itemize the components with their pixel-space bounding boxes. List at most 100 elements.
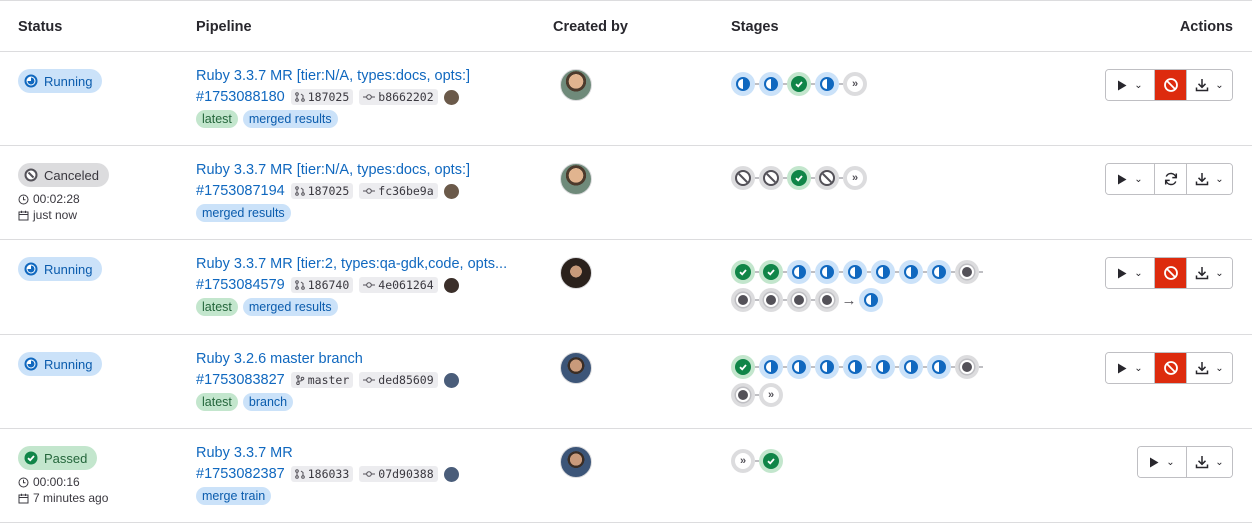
stage-running[interactable]: [815, 260, 839, 284]
check-icon: [795, 175, 803, 182]
pipeline-id-link[interactable]: #1753083827: [196, 372, 285, 388]
check-icon: [739, 364, 747, 371]
status-badge[interactable]: Running: [18, 257, 103, 281]
commit-author-avatar[interactable]: [443, 466, 459, 482]
actions-group: ⌄ ⌄: [1105, 257, 1233, 289]
stage-running[interactable]: [815, 72, 839, 96]
run-manual-job-button[interactable]: ⌄: [1106, 164, 1154, 194]
stage-running[interactable]: [927, 355, 951, 379]
stage-running[interactable]: [899, 355, 923, 379]
play-icon: [1118, 174, 1127, 184]
pipeline-title-link[interactable]: Ruby 3.3.7 MR [tier:2, types:qa-gdk,code…: [196, 256, 507, 272]
stage-created[interactable]: [815, 288, 839, 312]
download-artifacts-button[interactable]: ⌄: [1186, 447, 1232, 477]
stage-running[interactable]: [899, 260, 923, 284]
stage-created[interactable]: [955, 260, 979, 284]
pipeline-title-link[interactable]: Ruby 3.3.7 MR [tier:N/A, types:docs, opt…: [196, 162, 470, 178]
retry-pipeline-button[interactable]: [1154, 164, 1186, 194]
download-artifacts-button[interactable]: ⌄: [1186, 164, 1232, 194]
commit-author-avatar[interactable]: [443, 277, 459, 293]
pipeline-title-link[interactable]: Ruby 3.2.6 master branch: [196, 351, 363, 367]
stage-created[interactable]: [955, 355, 979, 379]
stage-running[interactable]: [787, 260, 811, 284]
creator-avatar[interactable]: [560, 163, 592, 195]
ref-chip[interactable]: 186033: [290, 466, 354, 482]
pipeline-id-link[interactable]: #1753088180: [196, 89, 285, 105]
stage-created[interactable]: [731, 288, 755, 312]
creator-avatar[interactable]: [560, 257, 592, 289]
creator-avatar[interactable]: [560, 446, 592, 478]
stage-running[interactable]: [815, 355, 839, 379]
cancel-pipeline-button[interactable]: [1154, 70, 1186, 100]
ref-chip[interactable]: 187025: [290, 183, 354, 199]
commit-chip[interactable]: ded85609: [359, 372, 438, 388]
ref-chip[interactable]: 187025: [290, 89, 354, 105]
commit-chip[interactable]: 07d90388: [359, 466, 438, 482]
status-badge[interactable]: Canceled: [18, 163, 109, 187]
stage-canceled[interactable]: [731, 166, 755, 190]
commit-author-avatar[interactable]: [443, 89, 459, 105]
status-running-icon: [24, 74, 38, 88]
pipeline-title-link[interactable]: Ruby 3.3.7 MR: [196, 445, 293, 461]
status-label: Running: [44, 261, 93, 277]
stage-running[interactable]: [759, 72, 783, 96]
stage-success[interactable]: [787, 72, 811, 96]
download-artifacts-button[interactable]: ⌄: [1186, 258, 1232, 288]
ref-chip[interactable]: master: [290, 372, 354, 388]
pipeline-id-link[interactable]: #1753082387: [196, 466, 285, 482]
stage-created[interactable]: [731, 383, 755, 407]
commit-author-avatar[interactable]: [443, 372, 459, 388]
commit-chip[interactable]: 4e061264: [359, 277, 438, 293]
stage-created[interactable]: [759, 288, 783, 312]
stage-running[interactable]: [731, 72, 755, 96]
stage-running[interactable]: [871, 355, 895, 379]
download-icon: [1196, 362, 1209, 375]
cancel-pipeline-button[interactable]: [1154, 258, 1186, 288]
stage-running[interactable]: [759, 355, 783, 379]
pipeline-id-link[interactable]: #1753087194: [196, 183, 285, 199]
download-artifacts-button[interactable]: ⌄: [1186, 70, 1232, 100]
run-manual-job-button[interactable]: ⌄: [1138, 447, 1186, 477]
stage-canceled[interactable]: [815, 166, 839, 190]
cancel-icon: [1163, 266, 1178, 280]
pipeline-id-link[interactable]: #1753084579: [196, 277, 285, 293]
status-badge[interactable]: Passed: [18, 446, 98, 470]
run-manual-job-button[interactable]: ⌄: [1106, 258, 1154, 288]
stage-skipped[interactable]: »: [759, 383, 783, 407]
downstream-pipeline-running[interactable]: [859, 288, 883, 312]
creator-avatar[interactable]: [560, 69, 592, 101]
commit-sha: b8662202: [378, 90, 434, 104]
stage-running[interactable]: [843, 355, 867, 379]
branch-icon: [295, 375, 305, 385]
stage-success[interactable]: [787, 166, 811, 190]
status-badge[interactable]: Running: [18, 352, 103, 376]
stage-created[interactable]: [787, 288, 811, 312]
stage-running[interactable]: [787, 355, 811, 379]
stage-success[interactable]: [731, 260, 755, 284]
table-row: Running Ruby 3.2.6 master branch #175308…: [0, 335, 1252, 429]
stage-skipped[interactable]: »: [843, 166, 867, 190]
stage-canceled[interactable]: [759, 166, 783, 190]
stage-running[interactable]: [871, 260, 895, 284]
status-badge[interactable]: Running: [18, 69, 103, 93]
stages-graph: →: [731, 258, 991, 314]
stage-success[interactable]: [731, 355, 755, 379]
run-manual-job-button[interactable]: ⌄: [1106, 353, 1154, 383]
commit-author-avatar[interactable]: [443, 183, 459, 199]
creator-avatar[interactable]: [560, 352, 592, 384]
stage-skipped[interactable]: »: [731, 449, 755, 473]
commit-icon: [363, 282, 376, 288]
stage-success[interactable]: [759, 260, 783, 284]
stage-skipped[interactable]: »: [843, 72, 867, 96]
ref-chip[interactable]: 186740: [290, 277, 354, 293]
commit-chip[interactable]: fc36be9a: [359, 183, 438, 199]
pipeline-title-link[interactable]: Ruby 3.3.7 MR [tier:N/A, types:docs, opt…: [196, 68, 470, 84]
clock-icon: [18, 477, 29, 487]
commit-chip[interactable]: b8662202: [359, 89, 438, 105]
stage-running[interactable]: [843, 260, 867, 284]
download-artifacts-button[interactable]: ⌄: [1186, 353, 1232, 383]
cancel-pipeline-button[interactable]: [1154, 353, 1186, 383]
stage-success[interactable]: [759, 449, 783, 473]
run-manual-job-button[interactable]: ⌄: [1106, 70, 1154, 100]
stage-running[interactable]: [927, 260, 951, 284]
